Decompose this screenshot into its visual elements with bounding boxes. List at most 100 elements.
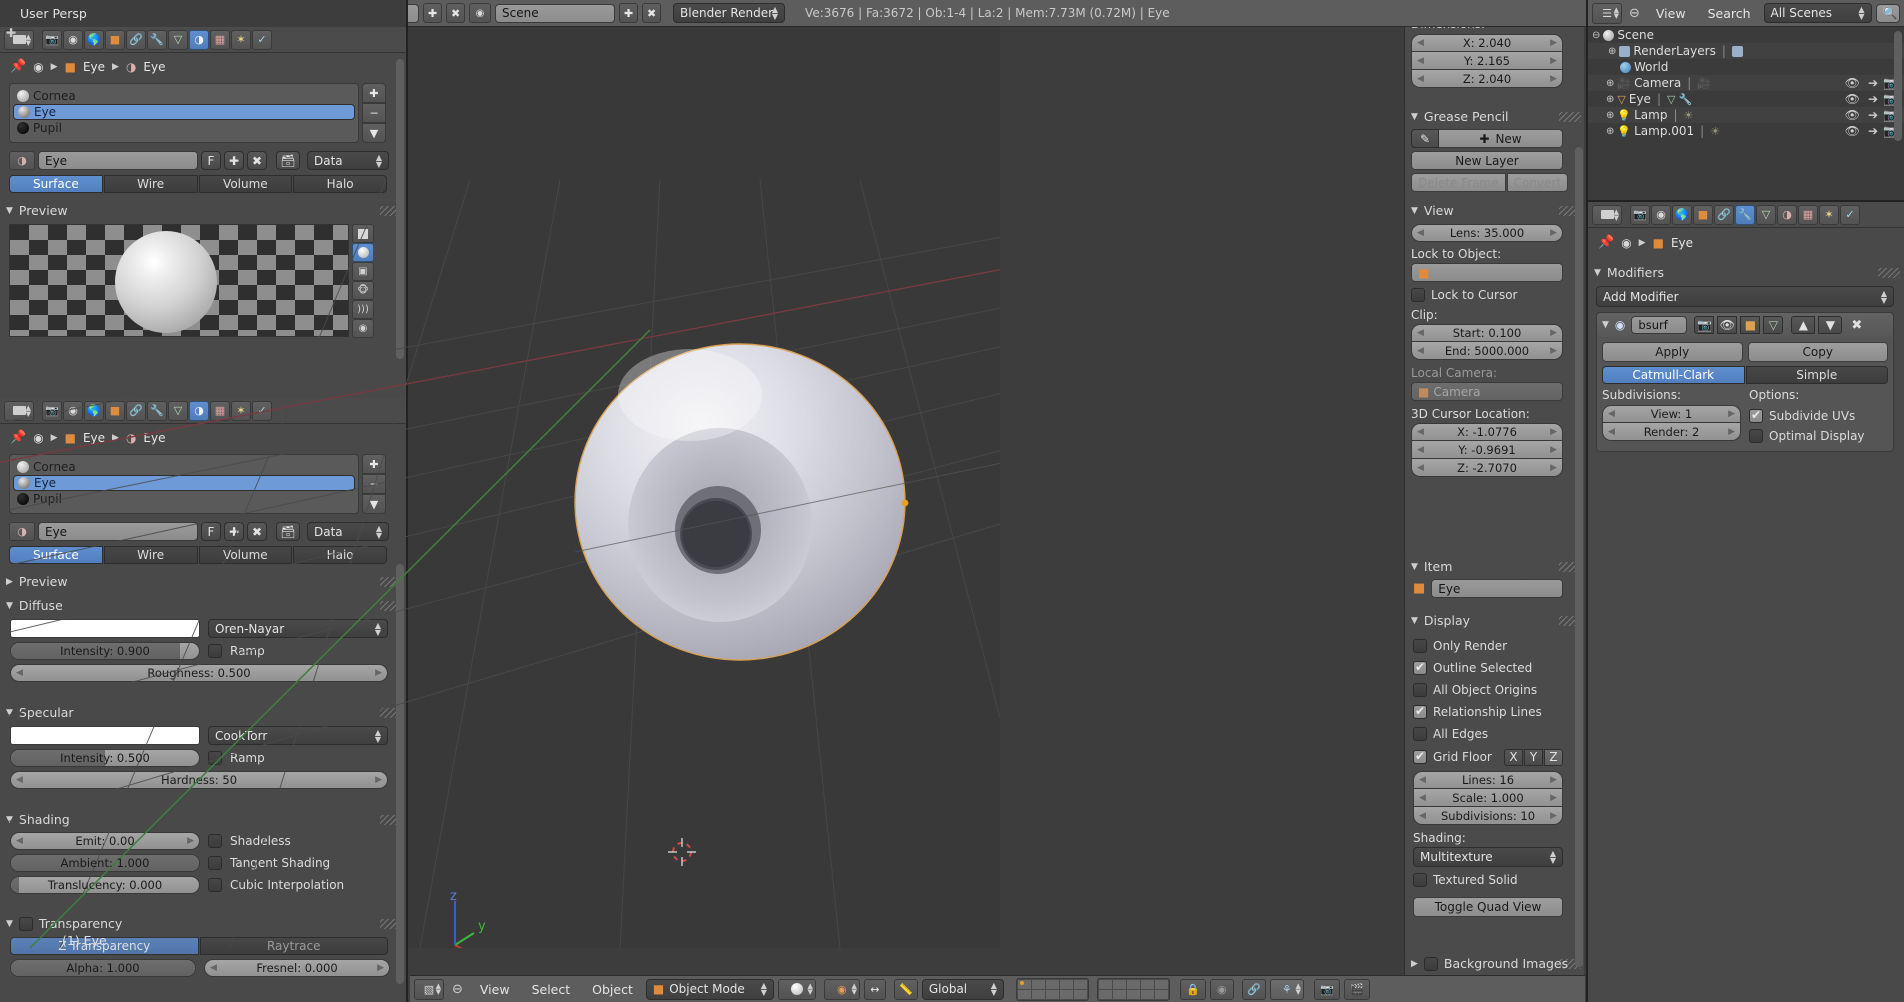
outliner-row-world[interactable]: World (1588, 59, 1904, 75)
grease-pencil-panel-header[interactable]: ▼ Grease Pencil (1405, 105, 1584, 127)
modifier-name-field[interactable]: bsurf (1631, 316, 1688, 334)
move-down-icon[interactable]: ▼ (1818, 316, 1843, 334)
viewport-toggle-icon[interactable]: 👁 (1717, 316, 1738, 334)
layer-button[interactable] (1140, 989, 1154, 999)
outline-selected-checkbox[interactable] (1413, 660, 1427, 675)
layer-button[interactable] (1059, 989, 1073, 999)
right-arrow-icon[interactable]: ▶ (1550, 811, 1557, 821)
subdivision-view-field[interactable]: ◀ View: 1 ▶ (1602, 405, 1741, 423)
grid-floor-checkbox[interactable] (1413, 749, 1427, 764)
outliner-row-lamp[interactable]: ⊕ 💡 Lamp | ☀ 👁 ➔ 📷 (1588, 107, 1904, 123)
layer-button[interactable] (1126, 979, 1140, 989)
modifier-breadcrumb-object[interactable]: Eye (1671, 236, 1693, 250)
outliner-menu-search[interactable]: Search (1699, 4, 1760, 23)
left-arrow-icon[interactable]: ◀ (1417, 427, 1424, 437)
right-arrow-icon[interactable]: ▶ (1550, 775, 1557, 785)
layer-button[interactable] (1154, 979, 1168, 989)
snap-target-icon[interactable]: ⚘ ▲ ▼ (1269, 978, 1304, 1000)
right-arrow-icon[interactable]: ▶ (1550, 445, 1557, 455)
scene-layers-group-2[interactable] (1096, 977, 1170, 1001)
outliner-row-scene[interactable]: ⊖ Scene (1588, 27, 1904, 43)
collapse-menus-icon[interactable]: ⊖ (448, 982, 467, 997)
view-panel-header[interactable]: ▼ View (1405, 199, 1584, 221)
grease-pencil-new-layer-button[interactable]: New Layer (1411, 151, 1563, 170)
outliner-row-camera[interactable]: ⊕ 🎥 Camera | 🎥 👁 ➔ 📷 (1588, 75, 1904, 91)
simple-tab[interactable]: Simple (1745, 366, 1888, 384)
render-animation-icon[interactable]: 🎬 (1343, 978, 1370, 1000)
left-arrow-icon[interactable]: ◀ (1419, 775, 1426, 785)
grid-axis-z-button[interactable]: Z (1544, 748, 1563, 766)
background-images-panel-header[interactable]: ▶ Background Images (1405, 952, 1584, 974)
cage-toggle-icon[interactable]: ▽ (1763, 316, 1784, 334)
manipulator-toggle[interactable]: ↔ (863, 978, 886, 1000)
expander-plus-icon[interactable]: ⊕ (1608, 46, 1616, 57)
3d-viewport[interactable]: x y z User Persp ✚ (1) Eye (0, 0, 1000, 948)
apply-modifier-button[interactable]: Apply (1602, 342, 1743, 362)
local-camera-field[interactable]: ■ Camera (1411, 382, 1563, 401)
layer-button[interactable] (1140, 979, 1154, 989)
lock-to-object-field[interactable]: ■ (1411, 263, 1563, 282)
lamp-data-icon[interactable]: ☀ (1684, 109, 1694, 122)
copy-modifier-button[interactable]: Copy (1747, 342, 1888, 362)
edit-mode-toggle-icon[interactable]: ■ (1740, 316, 1761, 334)
transform-orientation-select[interactable]: 📏 (893, 978, 918, 1000)
constraints-tab-3[interactable]: 🔗 (1714, 204, 1734, 225)
layer-button[interactable] (1098, 979, 1112, 989)
item-panel-header[interactable]: ▼ Item (1405, 555, 1584, 577)
data-tab-3[interactable]: ▽ (1756, 204, 1776, 225)
grid-axis-x-button[interactable]: X (1504, 748, 1523, 766)
catmull-clark-tab[interactable]: Catmull-Clark (1602, 366, 1745, 384)
textured-solid-checkbox[interactable] (1413, 873, 1427, 887)
outliner-row-renderlayers[interactable]: ⊕ RenderLayers | (1588, 43, 1904, 59)
grease-pencil-delete-frame-button[interactable]: Delete Frame (1411, 173, 1506, 192)
all-edges-checkbox[interactable] (1413, 727, 1427, 741)
right-arrow-icon[interactable]: ▶ (1728, 427, 1735, 437)
collapse-triangle-icon[interactable]: ▼ (1602, 320, 1609, 330)
optimal-display-checkbox[interactable] (1749, 429, 1763, 443)
left-arrow-icon[interactable]: ◀ (1608, 409, 1615, 419)
npanel-scrollbar[interactable] (1575, 147, 1583, 967)
viewport-shading-select[interactable]: ▲ ▼ (777, 978, 816, 1000)
properties-editor-icon-3[interactable]: ▲ ▼ (1592, 204, 1622, 225)
lock-to-cursor-checkbox[interactable] (1411, 288, 1425, 302)
outliner-search-input[interactable]: 🔍 (1875, 3, 1900, 23)
modifiers-tab-3[interactable]: 🔧 (1735, 204, 1755, 225)
cursor-y-field[interactable]: ◀ Y: -0.9691 ▶ (1411, 441, 1563, 459)
right-arrow-icon[interactable]: ▶ (1550, 346, 1557, 356)
physics-tab-3[interactable]: ✓ (1840, 204, 1860, 225)
relationship-lines-checkbox[interactable] (1413, 704, 1427, 719)
pivot-point-select[interactable]: ◉ ▲ ▼ (823, 978, 860, 1000)
cursor-arrow-icon[interactable]: ➔ (1868, 108, 1878, 122)
left-arrow-icon[interactable]: ◀ (1417, 463, 1424, 473)
left-arrow-icon[interactable]: ◀ (1417, 445, 1424, 455)
layer-button[interactable] (1031, 979, 1045, 989)
modifier-icon[interactable]: 🔧 (1678, 93, 1692, 106)
modifiers-panel-header[interactable]: ▼ Modifiers (1588, 261, 1904, 283)
layer-button[interactable] (1126, 989, 1140, 999)
layer-button[interactable] (1059, 979, 1073, 989)
background-images-checkbox[interactable] (1423, 956, 1438, 971)
layer-button[interactable] (1098, 989, 1112, 999)
outliner-row-eye[interactable]: ⊕ ▽ Eye | ▽ 🔧 👁 ➔ 📷 (1588, 91, 1904, 107)
scene-tab-3[interactable]: ◉ (1651, 204, 1671, 225)
lock-icon[interactable]: 🔒 (1179, 978, 1206, 1000)
layer-button[interactable] (1112, 989, 1126, 999)
cursor-arrow-icon[interactable]: ➔ (1868, 124, 1878, 138)
scene-layers-group-1[interactable] (1015, 977, 1089, 1001)
shading-select[interactable]: Multitexture ▲ ▼ (1413, 847, 1563, 867)
viewport-menu-view[interactable]: View (471, 980, 519, 999)
expander-plus-icon[interactable]: ⊕ (1606, 94, 1614, 105)
eye-icon[interactable]: 👁 (1845, 108, 1860, 122)
subdivide-uvs-checkbox[interactable] (1749, 408, 1763, 423)
grease-pencil-convert-button[interactable]: Convert (1506, 173, 1569, 192)
proportional-edit-icon[interactable]: ◉ (1209, 978, 1234, 1000)
grid-axis-y-button[interactable]: Y (1524, 748, 1543, 766)
right-arrow-icon[interactable]: ▶ (1550, 38, 1557, 48)
render-image-icon[interactable]: 📷 (1313, 978, 1340, 1000)
outliner-editor-icon[interactable]: ☰ ▲ ▼ (1592, 2, 1622, 24)
add-modifier-button[interactable]: Add Modifier ▲ ▼ (1596, 286, 1894, 307)
left-arrow-icon[interactable]: ◀ (1417, 328, 1424, 338)
subdivision-render-field[interactable]: ◀ Render: 2 ▶ (1602, 423, 1741, 441)
material-tab-3[interactable]: ◑ (1777, 204, 1797, 225)
layer-button[interactable] (1045, 989, 1059, 999)
